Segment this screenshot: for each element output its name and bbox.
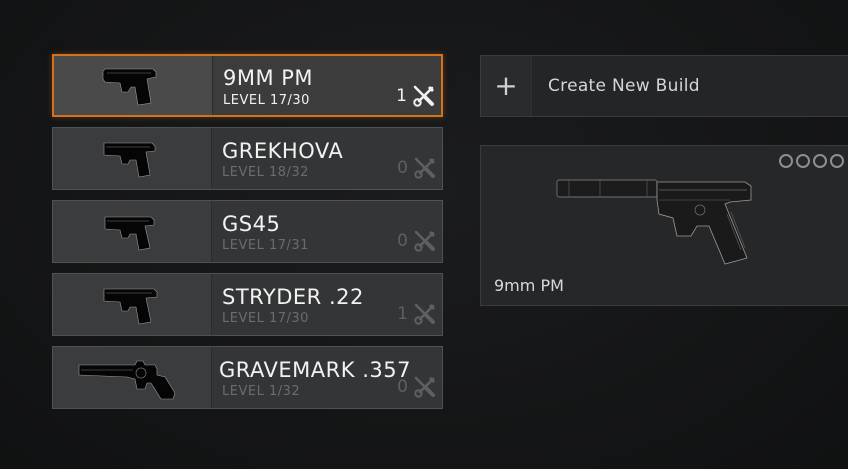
weapon-info: GRAVEMARK .357 LEVEL 1/32 0 <box>212 347 442 408</box>
pistol-gs45-icon <box>104 216 155 250</box>
empty-slot-icon <box>796 154 810 168</box>
wrench-screwdriver-icon <box>414 376 435 398</box>
weapon-info: 9MM PM LEVEL 17/30 1 <box>213 56 441 115</box>
wrench-screwdriver-icon <box>414 230 435 252</box>
plus-icon: + <box>481 56 532 116</box>
weapon-name: GRAVEMARK .357 <box>219 358 411 382</box>
weapon-thumbnail <box>54 56 213 115</box>
weapon-level: LEVEL 17/31 <box>222 238 309 253</box>
create-new-build-button[interactable]: + Create New Build <box>480 55 848 117</box>
weapon-thumbnail <box>53 347 212 408</box>
weapon-thumbnail <box>53 274 212 335</box>
pistol-stryder-icon <box>103 288 158 324</box>
build-count: 0 <box>397 231 408 251</box>
weapon-card-stryder[interactable]: STRYDER .22 LEVEL 17/30 1 <box>52 273 443 336</box>
weapon-name: 9MM PM <box>223 66 314 90</box>
weapon-level: LEVEL 17/30 <box>223 93 310 108</box>
attachment-slot-indicators <box>779 154 844 168</box>
wrench-screwdriver-icon <box>414 157 435 179</box>
weapon-thumbnail <box>53 201 212 262</box>
wrench-screwdriver-icon <box>413 85 434 107</box>
weapon-level: LEVEL 1/32 <box>222 384 301 399</box>
weapon-card-9mm-pm[interactable]: 9MM PM LEVEL 17/30 1 <box>52 54 443 117</box>
wrench-screwdriver-icon <box>414 303 435 325</box>
weapon-card-gravemark[interactable]: GRAVEMARK .357 LEVEL 1/32 0 <box>52 346 443 409</box>
build-preview-card[interactable]: 9mm PM <box>480 145 848 306</box>
weapon-info: GREKHOVA LEVEL 18/32 0 <box>212 128 442 189</box>
weapon-name: STRYDER .22 <box>222 285 364 309</box>
weapon-info: STRYDER .22 LEVEL 17/30 1 <box>212 274 442 335</box>
build-preview-name: 9mm PM <box>494 276 564 295</box>
weapon-level: LEVEL 18/32 <box>222 165 309 180</box>
weapon-card-grekhova[interactable]: GREKHOVA LEVEL 18/32 0 <box>52 127 443 190</box>
suppressed-pistol-image <box>556 179 752 265</box>
build-count: 0 <box>397 158 408 178</box>
empty-slot-icon <box>813 154 827 168</box>
pistol-grekhova-icon <box>103 142 156 177</box>
build-count: 1 <box>396 86 407 106</box>
weapon-thumbnail <box>53 128 212 189</box>
weapon-name: GS45 <box>222 212 281 236</box>
revolver-gravemark-icon <box>78 360 176 399</box>
build-count: 1 <box>397 304 408 324</box>
weapon-card-gs45[interactable]: GS45 LEVEL 17/31 0 <box>52 200 443 263</box>
empty-slot-icon <box>779 154 793 168</box>
weapon-level: LEVEL 17/30 <box>222 311 309 326</box>
weapon-info: GS45 LEVEL 17/31 0 <box>212 201 442 262</box>
pistol-9mm-pm-icon <box>102 68 157 105</box>
build-count: 0 <box>397 377 408 397</box>
empty-slot-icon <box>830 154 844 168</box>
weapon-list: 9MM PM LEVEL 17/30 1 GREKHOVA LEVEL 18/3… <box>52 54 443 419</box>
weapon-name: GREKHOVA <box>222 139 344 163</box>
create-build-label: Create New Build <box>548 76 700 96</box>
